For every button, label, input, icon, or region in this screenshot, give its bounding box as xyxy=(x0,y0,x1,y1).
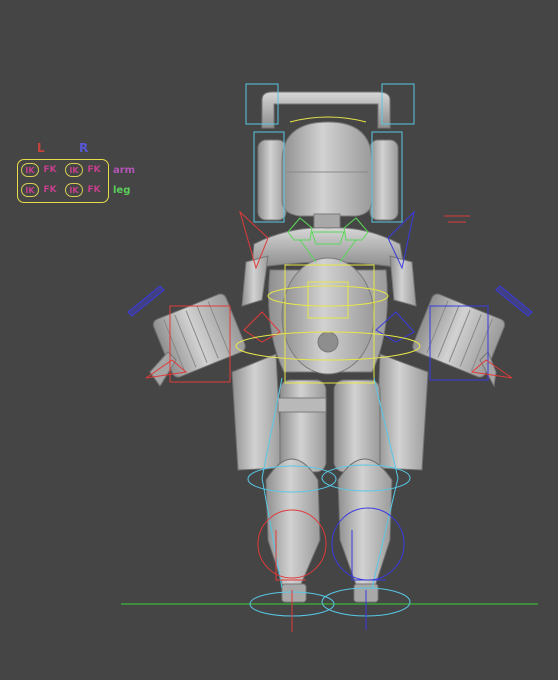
right-aux-control[interactable] xyxy=(444,215,470,223)
left-foot xyxy=(281,583,307,603)
right-elbow-pole-control[interactable] xyxy=(495,285,533,317)
left-hip-plate xyxy=(231,353,283,471)
left-elbow-pole-control[interactable] xyxy=(127,285,165,317)
maya-viewport[interactable]: L R IK FK IK FK IK FK IK FK arm leg xyxy=(0,0,558,680)
right-ear-pad xyxy=(369,139,399,221)
right-hip-plate xyxy=(375,353,429,471)
robot-rig-scene xyxy=(121,83,538,632)
left-thigh xyxy=(279,379,327,473)
head xyxy=(281,121,373,217)
left-shin xyxy=(265,458,321,597)
robot-model[interactable] xyxy=(149,91,506,603)
head-control[interactable] xyxy=(289,116,367,123)
right-shin xyxy=(337,458,393,597)
right-thigh xyxy=(333,379,381,473)
